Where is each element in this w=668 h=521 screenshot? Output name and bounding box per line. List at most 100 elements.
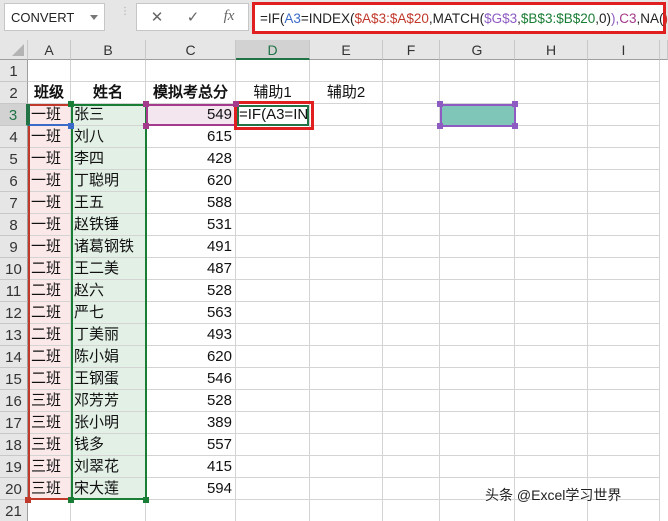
score-cell[interactable]: 531 — [146, 214, 236, 236]
cell-g9[interactable] — [440, 236, 515, 258]
cell-e1[interactable] — [310, 60, 383, 82]
name-box[interactable]: CONVERT — [4, 3, 105, 31]
cell-e14[interactable] — [310, 346, 383, 368]
class-cell[interactable]: 三班 — [28, 478, 71, 500]
name-cell[interactable]: 宋大莲 — [71, 478, 146, 500]
name-cell[interactable]: 邓芳芳 — [71, 390, 146, 412]
name-cell[interactable]: 刘八 — [71, 126, 146, 148]
cell-e8[interactable] — [310, 214, 383, 236]
cell-f10[interactable] — [383, 258, 440, 280]
cell-f12[interactable] — [383, 302, 440, 324]
cell-d8[interactable] — [236, 214, 310, 236]
cell-e5[interactable] — [310, 148, 383, 170]
class-cell[interactable]: 二班 — [28, 280, 71, 302]
row-header-11[interactable]: 11 — [0, 280, 28, 302]
cell-i17[interactable] — [588, 412, 660, 434]
resize-handle[interactable] — [68, 101, 74, 107]
score-cell[interactable]: 493 — [146, 324, 236, 346]
cell-i13[interactable] — [588, 324, 660, 346]
name-cell[interactable]: 刘翠花 — [71, 456, 146, 478]
cell-f18[interactable] — [383, 434, 440, 456]
cancel-icon[interactable]: ✕ — [145, 8, 169, 28]
resize-handle[interactable] — [143, 123, 149, 129]
cell-d17[interactable] — [236, 412, 310, 434]
class-cell[interactable]: 二班 — [28, 346, 71, 368]
score-cell[interactable]: 620 — [146, 346, 236, 368]
cell-f15[interactable] — [383, 368, 440, 390]
name-cell[interactable]: 张三 — [71, 104, 146, 126]
row-header-21[interactable]: 21 — [0, 500, 28, 521]
cell-h1[interactable] — [515, 60, 588, 82]
name-cell[interactable]: 丁美丽 — [71, 324, 146, 346]
formula-bar[interactable]: =IF(A3=INDEX($A$3:$A$20,MATCH($G$3,$B$3:… — [252, 2, 668, 34]
cell-f11[interactable] — [383, 280, 440, 302]
resize-handle[interactable] — [512, 101, 518, 107]
cell-d5[interactable] — [236, 148, 310, 170]
header-score[interactable]: 模拟考总分 — [146, 82, 236, 104]
cell-i6[interactable] — [588, 170, 660, 192]
cell-d16[interactable] — [236, 390, 310, 412]
class-cell[interactable]: 三班 — [28, 434, 71, 456]
cell-g16[interactable] — [440, 390, 515, 412]
cell-d1[interactable] — [236, 60, 310, 82]
cell-e12[interactable] — [310, 302, 383, 324]
cell-h16[interactable] — [515, 390, 588, 412]
cell-g18[interactable] — [440, 434, 515, 456]
cell-d21[interactable] — [236, 500, 310, 521]
class-cell[interactable]: 二班 — [28, 302, 71, 324]
row-header-17[interactable]: 17 — [0, 412, 28, 434]
name-cell[interactable]: 李四 — [71, 148, 146, 170]
cell-d9[interactable] — [236, 236, 310, 258]
cell-f17[interactable] — [383, 412, 440, 434]
score-cell[interactable]: 549 — [146, 104, 236, 126]
cell-h7[interactable] — [515, 192, 588, 214]
cell-d19[interactable] — [236, 456, 310, 478]
score-cell[interactable]: 487 — [146, 258, 236, 280]
active-edit-cell[interactable]: =IF(A3=IN — [236, 104, 310, 126]
column-header-h[interactable]: H — [515, 40, 588, 60]
cell-d12[interactable] — [236, 302, 310, 324]
cell-f8[interactable] — [383, 214, 440, 236]
cell-d18[interactable] — [236, 434, 310, 456]
cell-e21[interactable] — [310, 500, 383, 521]
class-cell[interactable]: 一班 — [28, 126, 71, 148]
name-cell[interactable]: 王钢蛋 — [71, 368, 146, 390]
cell-h14[interactable] — [515, 346, 588, 368]
cell-g14[interactable] — [440, 346, 515, 368]
cell-i8[interactable] — [588, 214, 660, 236]
cell-f21[interactable] — [383, 500, 440, 521]
cell-h17[interactable] — [515, 412, 588, 434]
cell-e4[interactable] — [310, 126, 383, 148]
cell-h19[interactable] — [515, 456, 588, 478]
score-cell[interactable]: 557 — [146, 434, 236, 456]
cell-g17[interactable] — [440, 412, 515, 434]
cell-g2[interactable] — [440, 82, 515, 104]
cell-g6[interactable] — [440, 170, 515, 192]
select-all-button[interactable] — [0, 40, 28, 60]
column-header-f[interactable]: F — [383, 40, 440, 60]
column-header-c[interactable]: C — [146, 40, 236, 60]
header-helper1[interactable]: 辅助1 — [236, 82, 310, 104]
cell-i16[interactable] — [588, 390, 660, 412]
cell-h5[interactable] — [515, 148, 588, 170]
score-cell[interactable]: 428 — [146, 148, 236, 170]
cell-c1[interactable] — [146, 60, 236, 82]
cell-g19[interactable] — [440, 456, 515, 478]
cell-d6[interactable] — [236, 170, 310, 192]
cell-h2[interactable] — [515, 82, 588, 104]
class-cell[interactable]: 三班 — [28, 412, 71, 434]
cell-h4[interactable] — [515, 126, 588, 148]
column-header-e[interactable]: E — [310, 40, 383, 60]
cell-f9[interactable] — [383, 236, 440, 258]
cell-h6[interactable] — [515, 170, 588, 192]
cell-e16[interactable] — [310, 390, 383, 412]
score-cell[interactable]: 615 — [146, 126, 236, 148]
cell-f2[interactable] — [383, 82, 440, 104]
cell-g3[interactable] — [440, 104, 515, 126]
cell-i2[interactable] — [588, 82, 660, 104]
class-cell[interactable]: 二班 — [28, 258, 71, 280]
cell-a1[interactable] — [28, 60, 71, 82]
column-header-g[interactable]: G — [440, 40, 515, 60]
header-class[interactable]: 班级 — [28, 82, 71, 104]
cell-g11[interactable] — [440, 280, 515, 302]
